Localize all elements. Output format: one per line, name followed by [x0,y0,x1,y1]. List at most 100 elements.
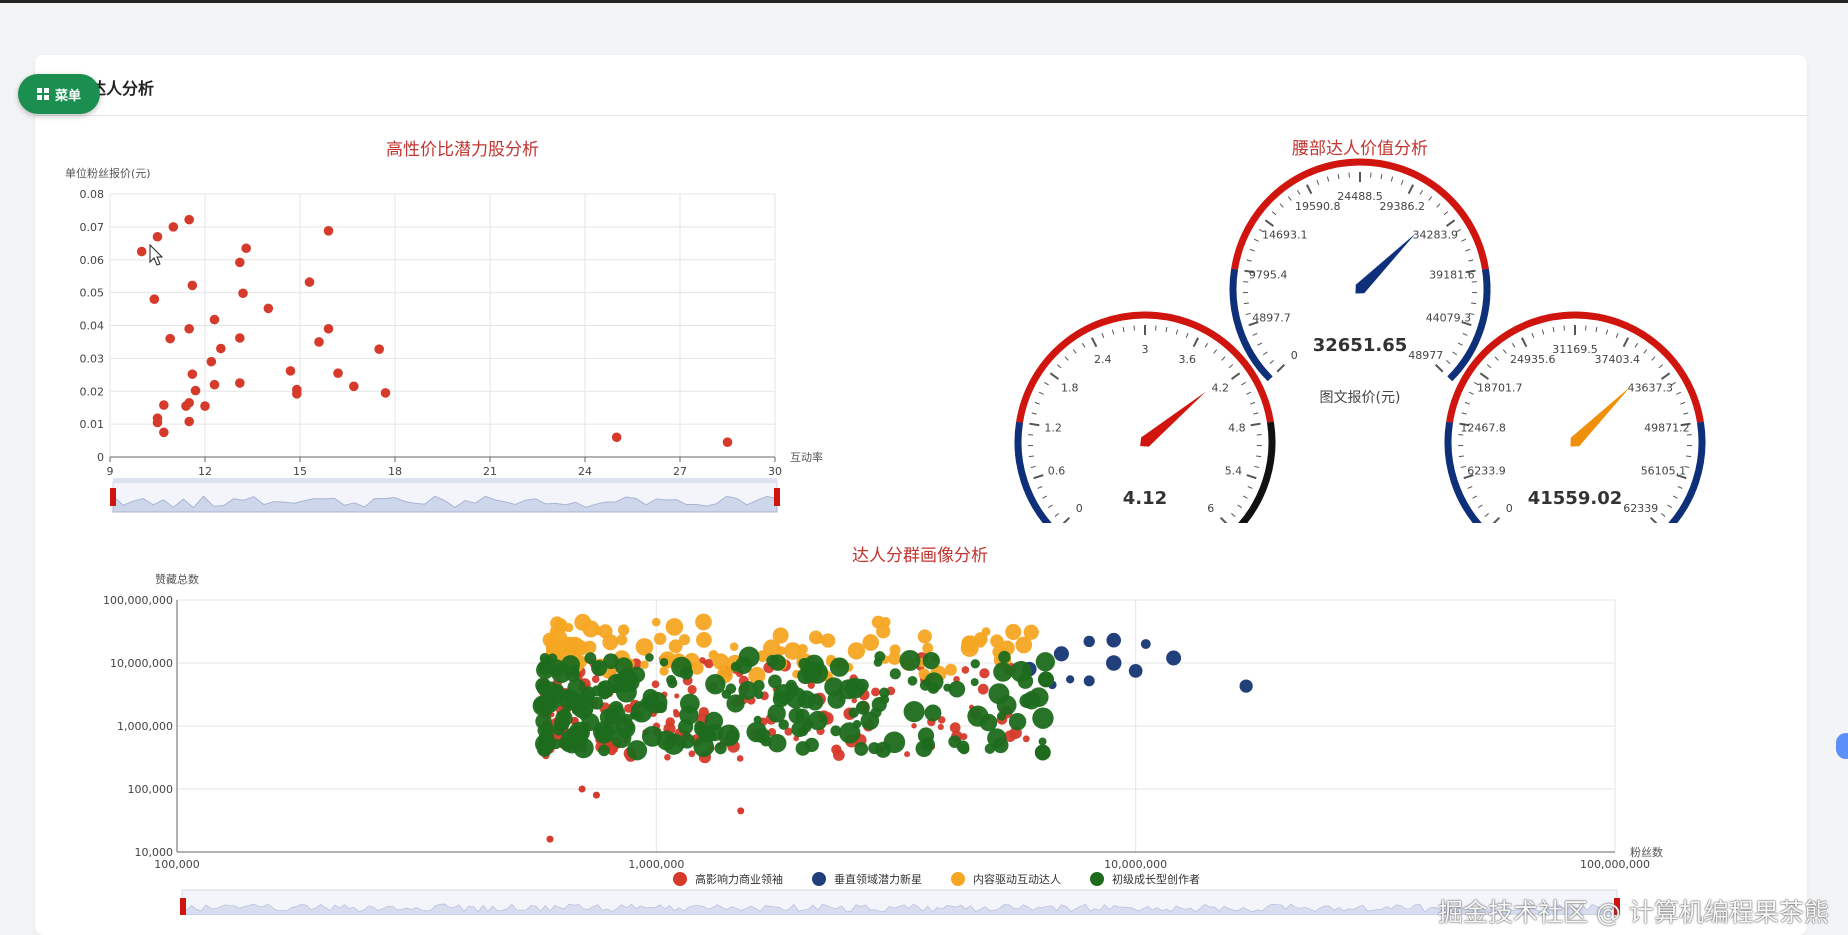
legend-item[interactable]: 初级成长型创作者 [1090,872,1200,886]
bubble-point [537,742,552,757]
bubble-point [833,749,845,761]
scatter-point [169,222,179,232]
gauge-chart: 腰部达人价值分析00.61.21.82.433.64.24.85.464.120… [1012,139,1708,575]
scatter-point [210,380,220,390]
bubble-point [541,722,555,736]
gauge-tick-label: 37403.4 [1594,353,1640,366]
bubble-point [795,709,809,723]
gauge-tick-label: 18701.7 [1477,381,1523,394]
legend-item[interactable]: 高影响力商业领袖 [673,872,783,886]
bubble-point [1084,636,1095,647]
gauge-tick-label: 29386.2 [1379,200,1425,213]
watermark: 掘金技术社区 @ 计算机编程果茶熊 [1438,893,1829,929]
y-axis-label: 单位粉丝报价(元) [65,166,151,180]
legend-label: 垂直领域潜力新星 [834,872,922,886]
y-tick-label: 0.03 [80,352,105,365]
bubble-point [1024,625,1039,640]
bubble-point [738,681,757,700]
gauge-tick-label: 56105.1 [1641,465,1687,478]
bubble-point [979,668,989,678]
legend-item[interactable]: 内容驱动互动达人 [951,872,1061,886]
gauge-minor-tick [1459,456,1464,457]
legend-item[interactable]: 垂直领域潜力新星 [812,872,922,886]
chart-title: 高性价比潜力股分析 [386,140,539,160]
bubble-point [874,658,883,667]
gauge-tick-label: 1.8 [1061,381,1079,394]
legend-label: 内容驱动互动达人 [973,872,1061,886]
x-tick-label: 12 [198,465,212,478]
bubble-point [592,675,600,683]
bubble-point [737,755,744,762]
bubble-point [853,720,861,728]
gauge-tick-label: 39181.6 [1429,268,1475,281]
bubble-point [868,742,880,754]
gauge-tick-label: 0.6 [1048,465,1066,478]
scatter-point [238,288,248,298]
bubble-point [778,719,789,730]
bubble-point [540,653,550,663]
gauge-tick-label: 24488.5 [1337,190,1383,203]
scatter-point [200,401,210,411]
y-tick-label: 1,000,000 [117,720,173,733]
mouse-cursor-icon [150,245,162,265]
bubble-point [746,722,766,742]
bubble-point [1038,671,1054,687]
side-drawer-tab[interactable] [1836,733,1848,759]
bubble-point [597,680,614,697]
bubble-point [652,680,660,688]
bubble-point [925,704,942,721]
scatter-point [324,324,334,334]
bubble-point [618,624,629,635]
bubble-point [1084,675,1095,686]
bubble-point [559,736,572,749]
bubble-point [884,732,906,754]
gauge-tick-label: 48977 [1408,349,1443,362]
gauge-tick-label: 14693.1 [1262,228,1308,241]
scatter-point [235,333,245,343]
x-tick-label: 15 [293,465,307,478]
gauge-tick-label: 44079.3 [1426,312,1472,325]
bubble-point [642,726,663,747]
legend-swatch [1090,872,1104,886]
scatter-point [184,398,194,408]
y-tick-label: 0.07 [80,221,105,234]
bubble-point [830,657,849,676]
bubble-point [924,672,943,691]
bubble-point [768,734,786,752]
scatter-point [153,418,163,428]
bubble-point [559,709,571,721]
bubble-point [654,633,666,645]
x-tick-label: 100,000,000 [1580,858,1650,871]
chart-stage: 高性价比潜力股分析单位粉丝报价(元)互动率00.010.020.030.040.… [0,0,1848,915]
bubble-point [872,697,887,712]
bubble-point [888,652,901,665]
bubble-point [971,659,980,668]
bubble-point [1032,707,1053,728]
bubble-point [1141,639,1151,649]
bubble-point [1018,673,1034,689]
gauge-tick-label: 4.8 [1228,421,1246,434]
x-tick-label: 1,000,000 [628,858,684,871]
legend: 高影响力商业领袖 垂直领域潜力新星 内容驱动互动达人 初级成长型创作者 [673,872,1200,886]
gauge-center: 04897.79795.414693.119590.824488.529386.… [1227,156,1493,422]
scatter-point [150,294,160,304]
datazoom-handle-left[interactable] [110,488,116,506]
y-tick-label: 0.02 [80,385,105,398]
bubble-point [777,646,786,655]
chart-title: 达人分群画像分析 [852,546,988,566]
datazoom-handle-left[interactable] [180,898,186,915]
gauge-tick-label: 0 [1076,502,1083,515]
bubble-point [801,722,812,733]
datazoom-handle-right[interactable] [774,488,780,506]
bubble-point [541,682,560,701]
gauge-tick-label: 1.2 [1044,421,1062,434]
gauge-tick-label: 6233.9 [1467,465,1506,478]
x-tick-label: 9 [107,465,114,478]
bubble-point [1023,735,1030,742]
bubble-point [652,618,661,627]
gauge-value: 41559.02 [1528,488,1623,509]
y-tick-label: 0.06 [80,254,105,267]
bubble-point [1066,675,1074,683]
scatter-point [159,428,169,438]
bubble-point [809,631,823,645]
